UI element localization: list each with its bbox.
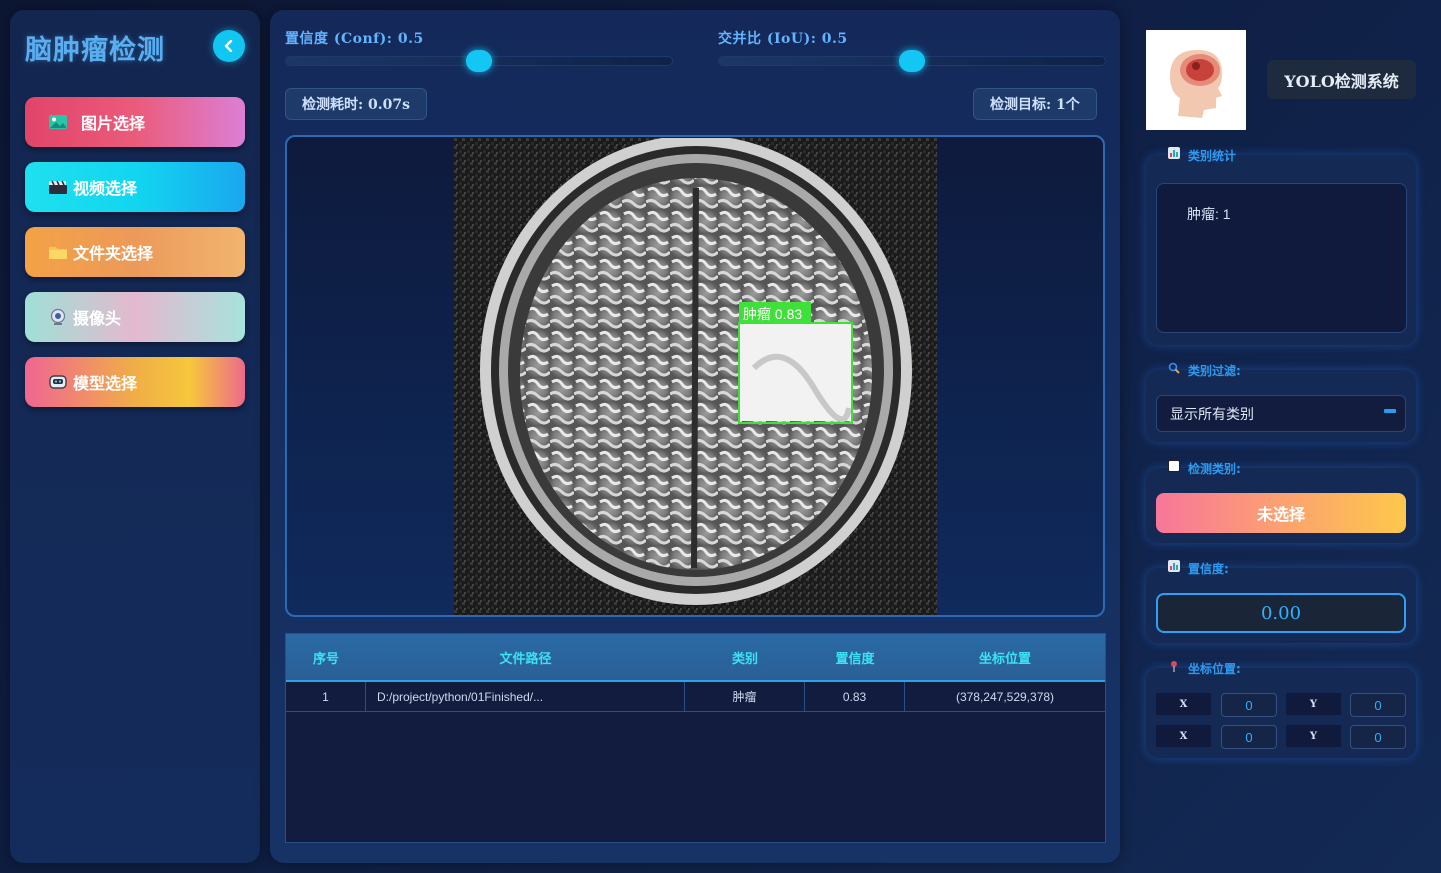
cell-coords: (378,247,529,378): [955, 689, 1055, 704]
category-filter-select[interactable]: 显示所有类别: [1156, 395, 1406, 432]
detected-class-card: 检测类别: 未选择: [1146, 460, 1416, 543]
clapperboard-icon: [47, 178, 69, 196]
coord-y1-value: 0: [1350, 693, 1406, 717]
checkbox-icon: [1168, 460, 1180, 472]
detected-class-button[interactable]: 未选择: [1156, 493, 1406, 533]
camera-button[interactable]: 摄像头: [25, 292, 245, 342]
video-select-button[interactable]: 视频选择: [25, 162, 245, 212]
category-filter-label: 类别过滤:: [1168, 362, 1241, 379]
main-panel: 置信度 (Conf): 0.5 交并比 (IoU): 0.5 检测耗时: 0.0…: [270, 10, 1120, 863]
folder-select-label: 文件夹选择: [73, 244, 154, 263]
col-coords: 坐标位置: [978, 651, 1031, 667]
confidence-value: 0.00: [1156, 593, 1406, 633]
chevron-left-icon: [224, 40, 233, 52]
image-select-button[interactable]: 图片选择: [25, 97, 245, 147]
app-title: 脑肿瘤检测: [25, 35, 165, 66]
model-select-label: 模型选择: [73, 374, 138, 393]
pin-icon: [1171, 661, 1177, 672]
coord-x1-key: X: [1156, 693, 1211, 715]
results-table: 序号 文件路径 类别 置信度 坐标位置 1 D:/project/python/…: [285, 633, 1106, 843]
mri-scan-image: 肿瘤 0.83: [454, 138, 937, 615]
image-icon: [47, 113, 69, 131]
col-index: 序号: [312, 651, 339, 667]
detection-time-badge: 检测耗时: 0.07s: [285, 88, 428, 120]
right-panel: YOLO检测系统 类别统计 肿瘤: 1 类别过滤: 显示所有类别 检测类别: 未…: [1130, 10, 1430, 863]
folder-icon: [47, 243, 69, 261]
detected-class-label: 检测类别:: [1168, 460, 1241, 477]
coordinates-label: 坐标位置:: [1171, 660, 1241, 677]
webcam-icon: [47, 308, 69, 326]
category-stats-card: 类别统计 肿瘤: 1: [1146, 147, 1416, 345]
image-select-label: 图片选择: [81, 114, 146, 133]
folder-select-button[interactable]: 文件夹选择: [25, 227, 245, 277]
coord-x2-value: 0: [1221, 725, 1277, 749]
confidence-card: 置信度: 0.00: [1146, 560, 1416, 643]
detection-box-label: 肿瘤 0.83: [743, 306, 803, 322]
model-select-button[interactable]: 模型选择: [25, 357, 245, 407]
table-header: 序号 文件路径 类别 置信度 坐标位置: [286, 634, 1105, 682]
conf-slider-thumb[interactable]: [466, 50, 492, 72]
col-category: 类别: [731, 651, 758, 667]
category-filter-card: 类别过滤: 显示所有类别: [1146, 362, 1416, 442]
cell-path: D:/project/python/01Finished/...: [366, 682, 685, 711]
cell-confidence: 0.83: [805, 682, 905, 711]
camera-label: 摄像头: [73, 309, 122, 328]
chart-icon: [1168, 147, 1180, 159]
coord-y2-key: Y: [1286, 725, 1341, 747]
robot-icon: [47, 373, 69, 391]
category-stats-text: 肿瘤: 1: [1156, 183, 1407, 333]
category-stats-label: 类别统计: [1168, 147, 1236, 164]
table-row[interactable]: 1 D:/project/python/01Finished/... 肿瘤 0.…: [286, 682, 1105, 712]
brain-logo: [1146, 30, 1246, 130]
iou-slider-thumb[interactable]: [899, 50, 925, 72]
system-title: YOLO检测系统: [1267, 60, 1416, 99]
dropdown-indicator-icon: [1384, 409, 1396, 413]
col-path: 文件路径: [499, 651, 552, 667]
coord-y1-key: Y: [1286, 693, 1341, 715]
video-select-label: 视频选择: [73, 179, 138, 198]
coordinates-card: 坐标位置: X 0 Y 0 X 0 Y 0: [1146, 661, 1416, 758]
collapse-sidebar-button[interactable]: [213, 30, 245, 62]
chart-icon: [1168, 560, 1180, 572]
cell-index: 1: [286, 682, 366, 711]
coord-y2-value: 0: [1350, 725, 1406, 749]
conf-slider-label: 置信度 (Conf): 0.5: [285, 31, 424, 47]
image-viewer: 肿瘤 0.83: [285, 135, 1105, 617]
sidebar: 脑肿瘤检测 图片选择 视频选择 文件夹选择 摄像头 模型选择: [10, 10, 260, 863]
cell-category: 肿瘤: [685, 682, 805, 711]
detection-count-badge: 检测目标: 1个: [973, 88, 1097, 120]
confidence-label: 置信度:: [1168, 560, 1229, 577]
coord-x1-value: 0: [1221, 693, 1277, 717]
col-confidence: 置信度: [835, 651, 875, 667]
iou-slider-label: 交并比 (IoU): 0.5: [718, 31, 848, 47]
search-icon: [1168, 362, 1180, 374]
coord-x2-key: X: [1156, 725, 1211, 747]
